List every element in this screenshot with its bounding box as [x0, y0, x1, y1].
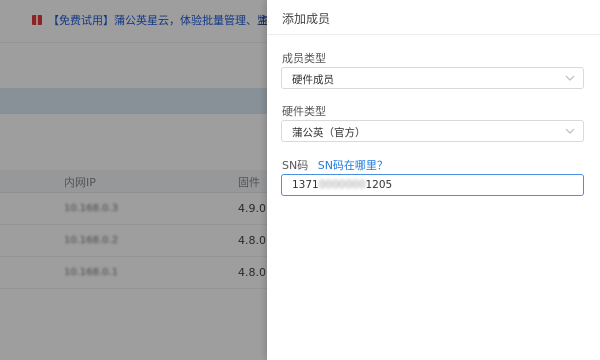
sn-value-prefix: 1371 — [292, 179, 319, 191]
sn-label-row: SN码 SN码在哪里？ — [282, 157, 388, 173]
sn-help-link[interactable]: SN码在哪里？ — [318, 159, 388, 172]
sn-value-suffix: 1205 — [365, 179, 393, 191]
member-type-value: 硬件成员 — [292, 74, 334, 86]
hardware-type-select[interactable]: 蒲公英（官方） — [281, 120, 584, 142]
hardware-type-label: 硬件类型 — [282, 105, 326, 118]
hardware-type-value: 蒲公英（官方） — [292, 127, 366, 139]
watermark-name: 路由器 — [509, 302, 573, 326]
chevron-down-icon — [565, 128, 575, 134]
sn-input-value: 137100000001205 — [292, 179, 392, 191]
add-member-drawer: 添加成员 成员类型 硬件成员 硬件类型 蒲公英（官方） SN码 SN码在哪里？ … — [267, 0, 600, 360]
watermark: 路由器 luyouqi.com — [457, 296, 582, 340]
sn-value-masked: 0000000 — [318, 179, 366, 191]
member-type-label: 成员类型 — [282, 52, 326, 65]
watermark-url: luyouqi.com — [509, 327, 582, 338]
chevron-down-icon — [565, 75, 575, 81]
drawer-header: 添加成员 — [267, 0, 600, 35]
drawer-title: 添加成员 — [282, 12, 331, 26]
member-type-select[interactable]: 硬件成员 — [281, 67, 584, 89]
sn-label: SN码 — [282, 159, 309, 172]
sn-input[interactable]: 137100000001205 — [281, 174, 584, 196]
router-logo-icon — [457, 296, 502, 340]
